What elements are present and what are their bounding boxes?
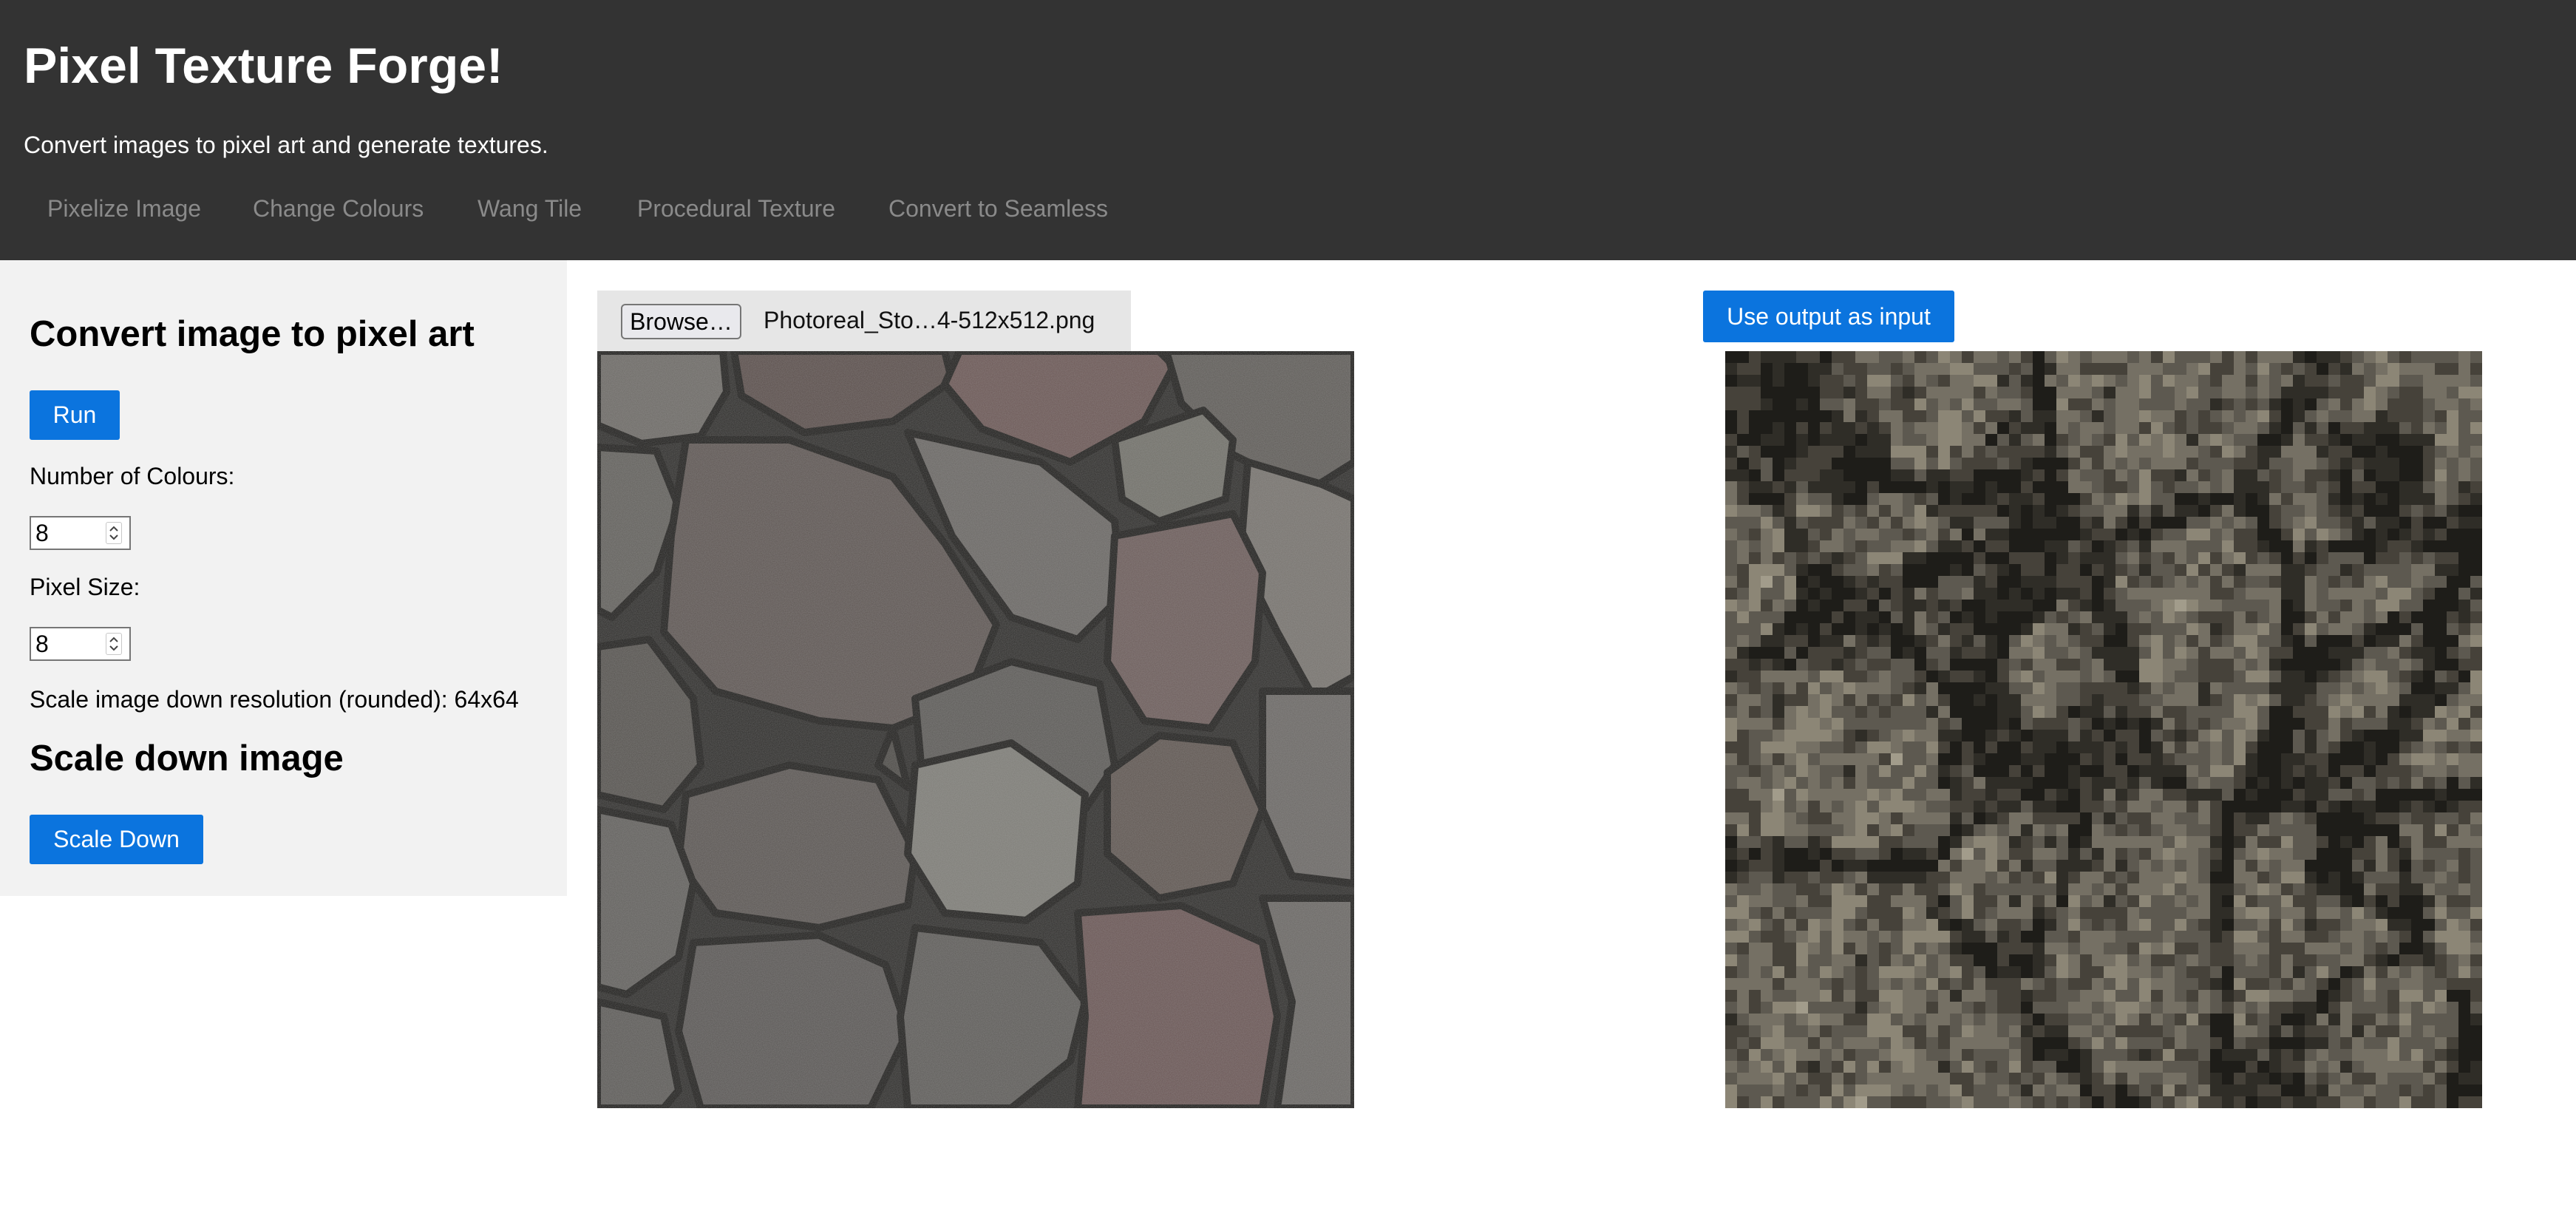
nav-wang-tile[interactable]: Wang Tile: [478, 195, 582, 223]
use-output-as-input-button[interactable]: Use output as input: [1703, 291, 1954, 342]
resolution-text: Scale image down resolution (rounded): 6…: [30, 686, 519, 713]
nav-procedural-texture[interactable]: Procedural Texture: [637, 195, 835, 223]
pixel-size-value: 8: [35, 631, 49, 657]
app-header: Pixel Texture Forge! Convert images to p…: [0, 0, 2576, 260]
pixel-size-stepper-icon[interactable]: [106, 633, 122, 655]
input-image: [597, 351, 1354, 1108]
nav-convert-to-seamless[interactable]: Convert to Seamless: [888, 195, 1108, 223]
run-button[interactable]: Run: [30, 390, 120, 440]
selected-file-name: Photoreal_Sto…4-512x512.png: [764, 307, 1095, 333]
app-title: Pixel Texture Forge!: [24, 38, 503, 94]
pixel-size-label: Pixel Size:: [30, 574, 140, 600]
scale-heading: Scale down image: [30, 739, 344, 778]
app-subtitle: Convert images to pixel art and generate…: [24, 132, 548, 158]
browse-button[interactable]: Browse…: [621, 304, 741, 339]
colours-label: Number of Colours:: [30, 463, 235, 489]
pixel-size-input[interactable]: 8: [30, 627, 131, 661]
colours-value: 8: [35, 520, 49, 546]
panel-heading: Convert image to pixel art: [30, 314, 475, 354]
colours-stepper-icon[interactable]: [106, 522, 122, 544]
nav-change-colours[interactable]: Change Colours: [253, 195, 424, 223]
settings-panel: Convert image to pixel art Run Number of…: [0, 260, 567, 896]
file-picker: Browse… Photoreal_Sto…4-512x512.png: [597, 291, 1131, 351]
colours-input[interactable]: 8: [30, 516, 131, 550]
scale-down-button[interactable]: Scale Down: [30, 815, 203, 864]
nav-pixelize-image[interactable]: Pixelize Image: [47, 195, 201, 223]
output-image: [1725, 351, 2482, 1108]
